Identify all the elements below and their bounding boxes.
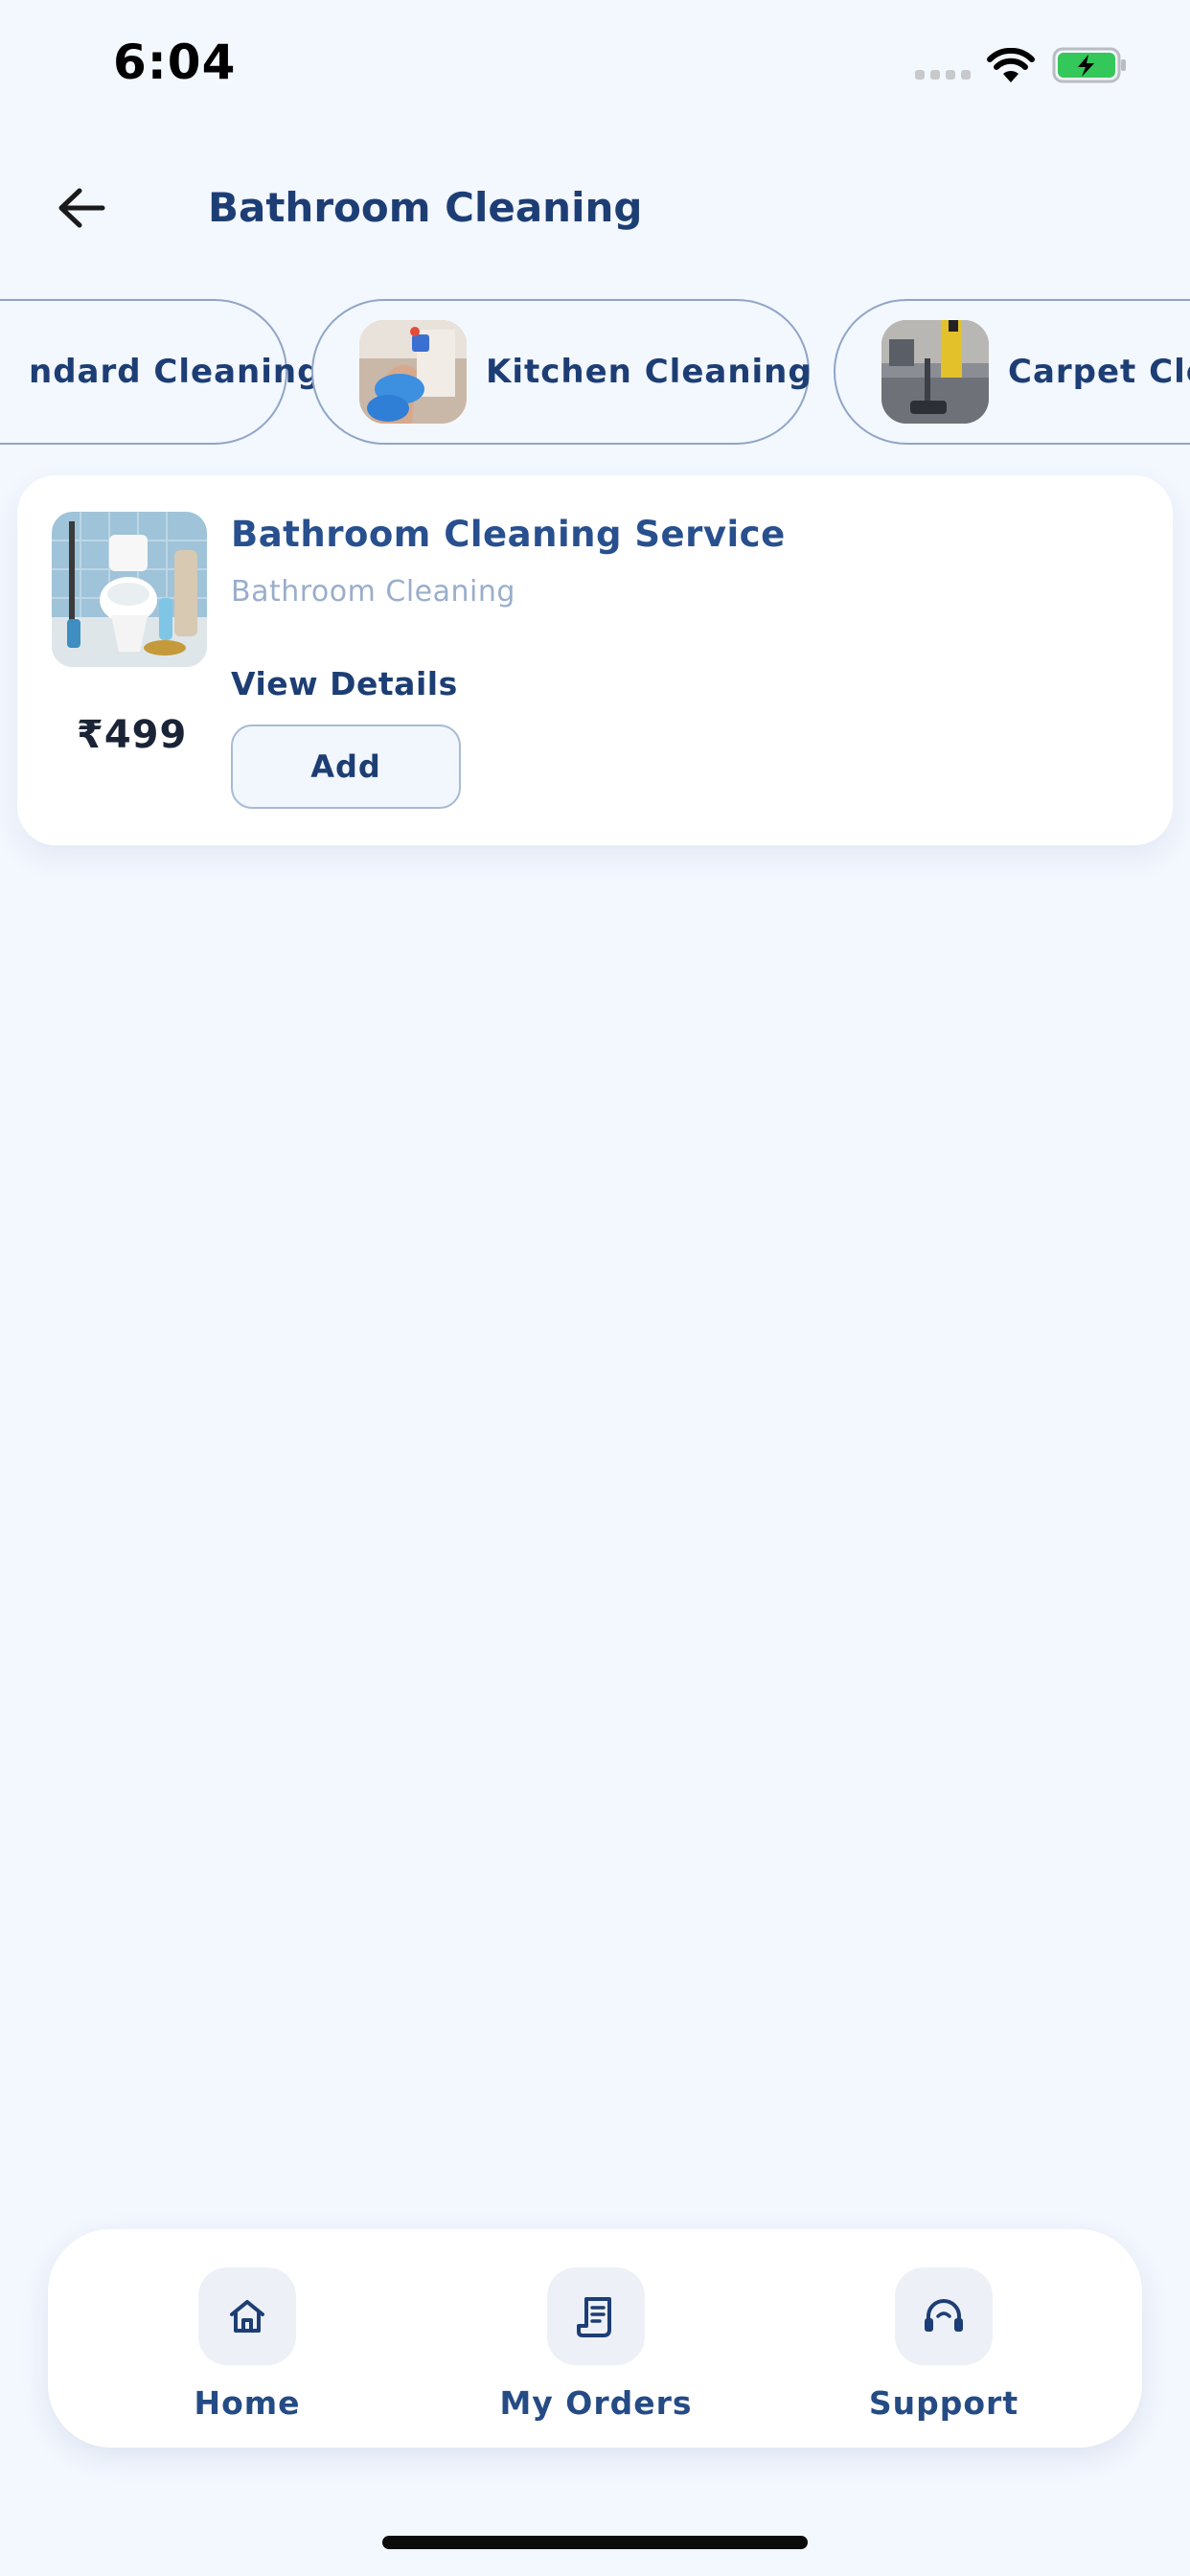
home-indicator <box>382 2536 808 2549</box>
status-time: 6:04 <box>113 34 237 90</box>
headset-icon <box>895 2267 993 2365</box>
category-chip-carpet-cleaning[interactable]: Carpet Clea <box>834 299 1190 445</box>
service-price: ₹499 <box>77 713 188 757</box>
category-chip-standard-cleaning[interactable]: ndard Cleaning <box>0 299 320 445</box>
category-chip-label: ndard Cleaning <box>29 353 322 391</box>
nav-label: Support <box>868 2384 1019 2422</box>
status-bar: 6:04 <box>0 0 1190 134</box>
arrow-left-icon <box>58 188 105 228</box>
cellular-signal-icon <box>915 70 971 80</box>
page-title: Bathroom Cleaning <box>208 184 643 231</box>
nav-item-home[interactable]: Home <box>132 2267 362 2430</box>
bathroom-service-image <box>52 512 207 667</box>
carpet-cleaning-thumbnail <box>881 320 989 424</box>
service-category: Bathroom Cleaning <box>231 575 515 609</box>
view-details-link[interactable]: View Details <box>231 665 458 702</box>
category-chip-label: Carpet Clea <box>1008 353 1190 391</box>
header: Bathroom Cleaning <box>0 153 1190 259</box>
home-icon <box>198 2267 296 2365</box>
nav-label: My Orders <box>499 2384 693 2422</box>
battery-icon <box>1052 46 1129 89</box>
nav-item-my-orders[interactable]: My Orders <box>481 2267 711 2430</box>
kitchen-cleaning-thumbnail <box>359 320 467 424</box>
nav-label: Home <box>194 2384 301 2422</box>
wifi-icon <box>987 47 1035 89</box>
category-chips: ndard Cleaning Kitchen Cleaning Carpet C… <box>0 299 1190 448</box>
add-button[interactable]: Add <box>231 724 461 809</box>
back-button[interactable] <box>48 174 115 242</box>
nav-item-support[interactable]: Support <box>829 2267 1059 2430</box>
category-chip-kitchen-cleaning[interactable]: Kitchen Cleaning <box>311 299 812 445</box>
bottom-navigation: Home My Orders Support <box>48 2229 1142 2448</box>
service-title: Bathroom Cleaning Service <box>231 514 786 555</box>
service-card[interactable]: ₹499 Bathroom Cleaning Service Bathroom … <box>17 475 1173 845</box>
receipt-icon <box>547 2267 645 2365</box>
category-chip-label: Kitchen Cleaning <box>486 353 812 391</box>
